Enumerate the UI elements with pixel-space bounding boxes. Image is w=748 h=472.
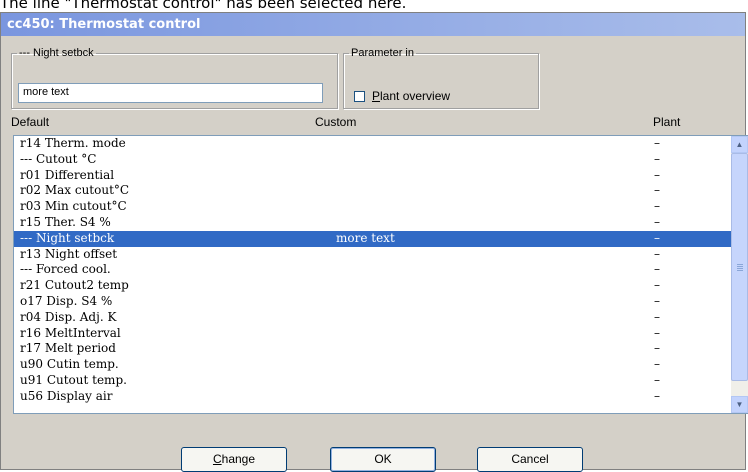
plant-overview-checkbox[interactable] <box>354 90 365 102</box>
table-row[interactable]: u56 Display air – <box>14 389 731 405</box>
row-plant-cell: – <box>654 199 660 214</box>
row-default-cell: --- Cutout °C <box>20 151 97 166</box>
table-row[interactable]: --- Forced cool. – <box>14 262 731 278</box>
table-row[interactable]: r03 Min cutout°C – <box>14 199 731 215</box>
row-plant-cell: – <box>654 167 660 182</box>
row-plant-cell: – <box>654 151 660 166</box>
scroll-up-arrow-icon[interactable]: ▲ <box>731 136 748 153</box>
table-row[interactable]: u91 Cutout temp. – <box>14 373 731 389</box>
table-row[interactable]: o17 Disp. S4 % – <box>14 294 731 310</box>
row-plant-cell: – <box>654 357 660 372</box>
row-default-cell: --- Forced cool. <box>20 262 111 277</box>
row-default-cell: u90 Cutin temp. <box>20 357 119 372</box>
row-default-cell: r14 Therm. mode <box>20 136 126 150</box>
ok-button[interactable]: OK <box>330 447 436 472</box>
night-setback-legend: --- Night setbck <box>19 47 94 59</box>
parameter-rows: r14 Therm. mode – --- Cutout °C – r01 Differ… <box>14 136 731 405</box>
row-default-cell: r02 Max cutout°C <box>20 183 130 198</box>
table-row[interactable]: r01 Differential – <box>14 168 731 184</box>
row-default-cell: o17 Disp. S4 % <box>20 293 113 308</box>
row-default-cell: r17 Melt period <box>20 341 116 356</box>
table-row[interactable]: r02 Max cutout°C – <box>14 183 731 199</box>
row-default-cell: r16 MeltInterval <box>20 325 121 340</box>
row-plant-cell: – <box>654 341 660 356</box>
row-plant-cell: – <box>654 230 660 245</box>
row-default-cell: r04 Disp. Adj. K <box>20 309 117 324</box>
table-row[interactable]: r17 Melt period – <box>14 341 731 357</box>
parameter-list[interactable]: r14 Therm. mode – --- Cutout °C – r01 Differ… <box>13 135 748 414</box>
table-row[interactable]: --- Night setbck more text – <box>14 230 731 247</box>
parameter-in-group: Parameter in Plant overview <box>343 47 539 109</box>
table-row[interactable]: r21 Cutout2 temp – <box>14 278 731 294</box>
table-row[interactable]: r15 Ther. S4 % – <box>14 215 731 231</box>
row-plant-cell: – <box>654 309 660 324</box>
row-plant-cell: – <box>654 214 660 229</box>
row-default-cell: r03 Min cutout°C <box>20 199 127 214</box>
column-header-default[interactable]: Default <box>11 115 49 129</box>
cancel-button[interactable]: Cancel <box>477 447 583 472</box>
row-plant-cell: – <box>654 262 660 277</box>
night-setback-group: --- Night setbck more text <box>11 47 338 109</box>
column-header-custom[interactable]: Custom <box>315 115 356 129</box>
row-plant-cell: – <box>654 136 660 150</box>
row-plant-cell: – <box>654 246 660 261</box>
table-row[interactable]: r16 MeltInterval – <box>14 326 731 342</box>
scroll-down-arrow-icon[interactable]: ▼ <box>731 396 748 413</box>
column-header-plant[interactable]: Plant <box>653 115 680 129</box>
vertical-scrollbar[interactable]: ▲ ▼ <box>731 136 748 413</box>
change-button[interactable]: Change <box>181 447 287 472</box>
row-plant-cell: – <box>654 183 660 198</box>
table-row[interactable]: r13 Night offset – <box>14 247 731 263</box>
parameter-in-legend: Parameter in <box>351 47 414 59</box>
table-row[interactable]: r14 Therm. mode – <box>14 136 731 152</box>
row-default-cell: r13 Night offset <box>20 246 118 261</box>
table-row[interactable]: --- Cutout °C – <box>14 152 731 168</box>
row-plant-cell: – <box>654 278 660 293</box>
table-row[interactable]: u90 Cutin temp. – <box>14 357 731 373</box>
row-plant-cell: – <box>654 372 660 387</box>
row-default-cell: r21 Cutout2 temp <box>20 278 129 293</box>
thermostat-dialog: cc450: Thermostat control --- Night setb… <box>0 12 748 472</box>
row-default-cell: u56 Display air <box>20 388 113 403</box>
row-plant-cell: – <box>654 388 660 403</box>
plant-overview-label: Plant overview <box>372 89 451 103</box>
custom-text-input[interactable]: more text <box>18 83 323 103</box>
row-default-cell: r01 Differential <box>20 167 115 182</box>
row-default-cell: r15 Ther. S4 % <box>20 214 111 229</box>
row-plant-cell: – <box>654 293 660 308</box>
scroll-grip-icon <box>737 264 743 272</box>
window-title: cc450: Thermostat control <box>1 13 745 36</box>
plant-overview-option[interactable]: Plant overview <box>354 89 450 103</box>
row-plant-cell: – <box>654 325 660 340</box>
table-row[interactable]: r04 Disp. Adj. K – <box>14 310 731 326</box>
caption-text: The line "Thermostat control" has been s… <box>0 0 407 12</box>
row-default-cell: --- Night setbck <box>20 230 115 245</box>
row-default-cell: u91 Cutout temp. <box>20 372 127 387</box>
scroll-thumb[interactable] <box>731 153 748 381</box>
row-custom-cell: more text <box>336 230 395 245</box>
